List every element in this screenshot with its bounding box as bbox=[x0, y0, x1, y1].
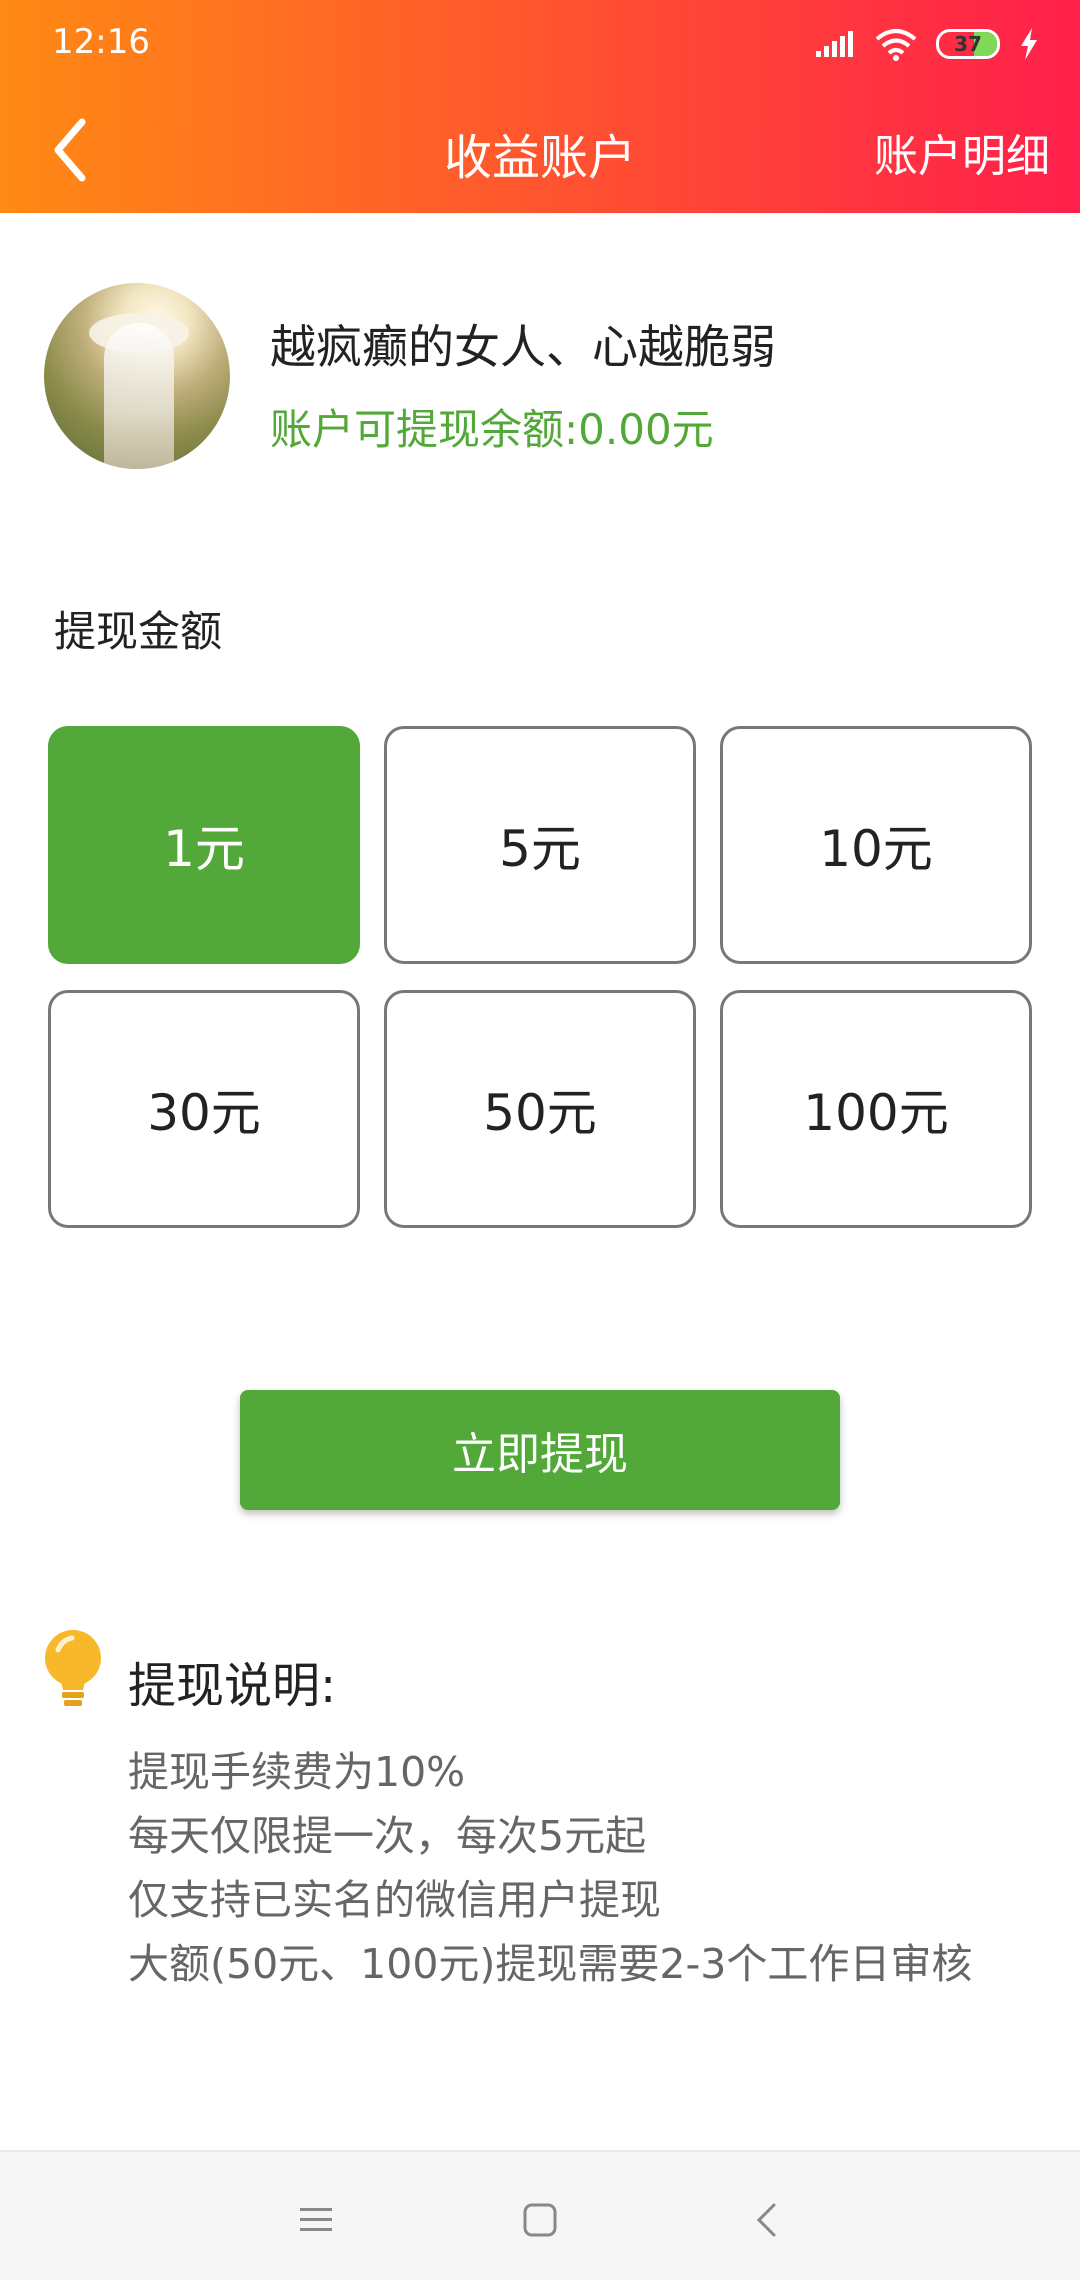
header-bar: 12:16 37 收益账户 账户明细 bbox=[0, 0, 1080, 213]
username: 越疯癫的女人、心越脆弱 bbox=[270, 320, 776, 374]
nav-back-button[interactable] bbox=[726, 2180, 806, 2260]
system-nav-bar bbox=[0, 2150, 1080, 2280]
status-icons: 37 bbox=[814, 22, 1040, 66]
amount-option-10[interactable]: 10元 bbox=[720, 726, 1032, 964]
amount-option-5[interactable]: 5元 bbox=[384, 726, 696, 964]
avatar bbox=[44, 283, 230, 469]
notes-title: 提现说明: bbox=[128, 1658, 337, 1714]
charging-bolt-icon bbox=[1021, 28, 1037, 60]
signal-icon bbox=[816, 31, 853, 57]
account-detail-link[interactable]: 账户明细 bbox=[874, 120, 1050, 184]
back-button[interactable] bbox=[40, 110, 100, 190]
battery-level: 37 bbox=[954, 32, 982, 56]
notes-item: 每天仅限提一次，每次5元起 bbox=[128, 1812, 647, 1860]
wifi-icon bbox=[875, 29, 917, 61]
notes-item: 提现手续费为10% bbox=[128, 1748, 466, 1796]
lightbulb-icon bbox=[45, 1630, 101, 1706]
amount-option-100[interactable]: 100元 bbox=[720, 990, 1032, 1228]
withdraw-amount-label: 提现金额 bbox=[54, 607, 223, 656]
notes-list: 提现手续费为10% 每天仅限提一次，每次5元起 仅支持已实名的微信用户提现 大额… bbox=[128, 1740, 972, 1996]
nav-menu-button[interactable] bbox=[276, 2180, 356, 2260]
status-time: 12:16 bbox=[52, 22, 150, 62]
amount-option-50[interactable]: 50元 bbox=[384, 990, 696, 1228]
notes-item: 大额(50元、100元)提现需要2-3个工作日审核 bbox=[128, 1940, 973, 1988]
menu-icon bbox=[300, 2208, 332, 2231]
nav-home-button[interactable] bbox=[500, 2180, 580, 2260]
notes-item: 仅支持已实名的微信用户提现 bbox=[128, 1876, 661, 1924]
battery-icon: 37 bbox=[936, 29, 1000, 59]
home-square-icon bbox=[523, 2203, 557, 2237]
withdraw-now-button[interactable]: 立即提现 bbox=[240, 1390, 840, 1510]
chevron-left-icon bbox=[54, 118, 86, 182]
amount-option-30[interactable]: 30元 bbox=[48, 990, 360, 1228]
chevron-left-icon bbox=[756, 2203, 776, 2237]
amount-option-1[interactable]: 1元 bbox=[48, 726, 360, 964]
withdrawable-balance: 账户可提现余额:0.00元 bbox=[270, 405, 714, 454]
